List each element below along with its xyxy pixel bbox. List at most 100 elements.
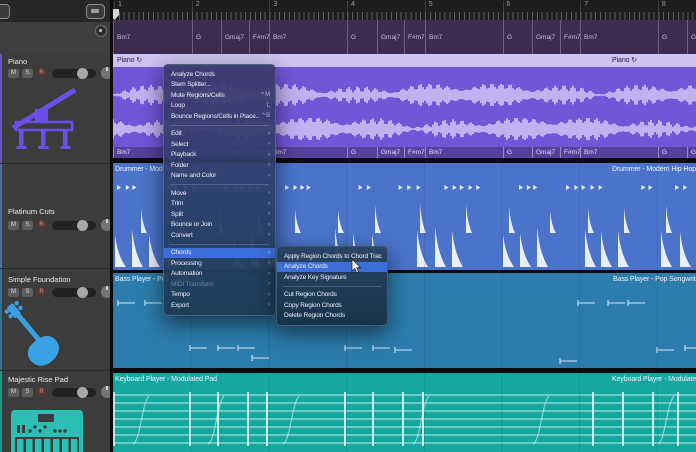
toolbar-button-icon[interactable]: [0, 4, 10, 19]
context-menu-item-move[interactable]: Move›: [164, 188, 275, 199]
context-menu-item-bounce-or-join[interactable]: Bounce or Join›: [164, 220, 275, 231]
track-header-simple-foundation[interactable]: Simple Foundation M S R: [0, 269, 110, 371]
pan-knob[interactable]: [101, 286, 110, 298]
pan-knob[interactable]: [101, 67, 110, 79]
chord-cell[interactable]: Gmaj7: [377, 147, 400, 158]
context-menu-item-stem-splitter[interactable]: Stem Splitter...: [164, 80, 275, 91]
volume-slider[interactable]: [52, 388, 96, 397]
chord-cell[interactable]: Gmaj7: [532, 20, 555, 54]
chord-cell[interactable]: Gmaj7: [687, 20, 696, 54]
context-menu-item-folder[interactable]: Folder›: [164, 160, 275, 171]
chords-submenu-item-copy-region-chords[interactable]: Copy Region Chords: [277, 300, 387, 311]
pan-knob[interactable]: [101, 386, 110, 398]
solo-button[interactable]: S: [22, 69, 33, 78]
chord-cell[interactable]: G: [658, 147, 667, 158]
chord-cell[interactable]: Gmaj7: [377, 20, 400, 54]
context-menu-item-automation[interactable]: Automation›: [164, 269, 275, 280]
synth-keyboard-icon: [10, 409, 86, 452]
bar-ruler[interactable]: 12345678: [113, 0, 696, 20]
chord-track-header[interactable]: [0, 22, 110, 55]
chord-cell[interactable]: Bm7: [580, 147, 597, 158]
menu-item-label: Mute Regions/Cells: [171, 92, 258, 99]
loop-icon: ↻: [631, 56, 637, 64]
chord-cell[interactable]: Bm7: [113, 20, 130, 54]
context-menu-item-select[interactable]: Select›: [164, 139, 275, 150]
chords-submenu-item-analyze-key-signature[interactable]: Analyze Key Signature: [277, 272, 387, 283]
solo-button[interactable]: S: [22, 221, 33, 230]
track-header-piano[interactable]: Piano M S R: [0, 54, 110, 164]
menu-item-label: Automation: [171, 270, 265, 277]
context-menu-item-name-and-color[interactable]: Name and Color›: [164, 171, 275, 182]
chord-track-options-icon[interactable]: [95, 25, 107, 37]
chord-cell[interactable]: F#m7: [560, 20, 581, 54]
record-enable-button[interactable]: R: [36, 221, 47, 230]
context-menu-item-tempo[interactable]: Tempo›: [164, 290, 275, 301]
chords-submenu-item-analyze-chords[interactable]: Analyze Chords: [277, 262, 387, 273]
record-enable-button[interactable]: R: [36, 69, 47, 78]
menu-item-label: Stem Splitter...: [171, 81, 270, 88]
submenu-arrow-icon: ›: [268, 302, 270, 308]
chords-submenu: Apply Region Chords to Chord TrackAnalyz…: [276, 246, 388, 326]
submenu-arrow-icon: ›: [268, 250, 270, 256]
volume-slider-thumb[interactable]: [77, 387, 88, 398]
chord-cell[interactable]: F#m7: [560, 147, 581, 158]
chord-cell[interactable]: F#m7: [404, 147, 425, 158]
chord-cell[interactable]: G: [503, 20, 512, 54]
context-menu-item-bounce-regions-cells-in-place[interactable]: Bounce Regions/Cells in Place...^ B: [164, 111, 275, 122]
volume-slider-thumb[interactable]: [77, 220, 88, 231]
chord-cell[interactable]: Bm7: [269, 20, 286, 54]
musical-typing-icon[interactable]: [86, 4, 105, 19]
chord-cell[interactable]: G: [347, 147, 356, 158]
pan-knob[interactable]: [101, 219, 110, 231]
chord-cell[interactable]: G: [658, 20, 667, 54]
context-menu-item-playback[interactable]: Playback›: [164, 150, 275, 161]
region-name: Piano ↻: [117, 56, 142, 64]
volume-slider-thumb[interactable]: [77, 68, 88, 79]
chord-cell[interactable]: G: [347, 20, 356, 54]
submenu-arrow-icon: ›: [268, 271, 270, 277]
volume-slider[interactable]: [52, 221, 96, 230]
mute-button[interactable]: M: [8, 388, 19, 397]
chord-cell[interactable]: Gmaj7: [221, 20, 244, 54]
volume-slider-thumb[interactable]: [77, 287, 88, 298]
chord-cell[interactable]: Bm7: [580, 20, 597, 54]
chord-cell[interactable]: G: [503, 147, 512, 158]
chord-cell[interactable]: F#m7: [249, 20, 270, 54]
context-menu-item-chords[interactable]: Chords›: [164, 248, 275, 259]
record-enable-button[interactable]: R: [36, 388, 47, 397]
submenu-arrow-icon: ›: [268, 162, 270, 168]
menu-item-label: Delete Region Chords: [284, 312, 382, 319]
context-menu-separator: [170, 244, 269, 245]
menu-item-label: Tempo: [171, 291, 265, 298]
chord-cell[interactable]: F#m7: [404, 20, 425, 54]
chord-cell[interactable]: Gmaj7: [687, 147, 696, 158]
solo-button[interactable]: S: [22, 388, 33, 397]
chords-submenu-item-cut-region-chords[interactable]: Cut Region Chords: [277, 290, 387, 301]
chord-cell[interactable]: G: [192, 20, 201, 54]
chords-submenu-item-apply-region-chords-to-chord-track[interactable]: Apply Region Chords to Chord Track: [277, 251, 387, 262]
context-menu-item-processing[interactable]: Processing›: [164, 258, 275, 269]
menu-item-label: Select: [171, 141, 265, 148]
chord-track[interactable]: Bm7GGmaj7F#m7Bm7GGmaj7F#m7Bm7GGmaj7F#m7B…: [113, 20, 696, 55]
context-menu-item-edit[interactable]: Edit›: [164, 129, 275, 140]
context-menu-item-loop[interactable]: LoopL: [164, 101, 275, 112]
mute-button[interactable]: M: [8, 69, 19, 78]
context-menu-item-mute-regions-cells[interactable]: Mute Regions/Cells^ M: [164, 90, 275, 101]
track-header-majestic-rise-pad[interactable]: Majestic Rise Pad M S R: [0, 371, 110, 452]
keyboard-region[interactable]: Keyboard Player - Modulated Pad Keyboard…: [113, 373, 696, 452]
volume-slider[interactable]: [52, 69, 96, 78]
context-menu-item-trim[interactable]: Trim›: [164, 199, 275, 210]
context-menu-item-export[interactable]: Export›: [164, 300, 275, 311]
chord-cell[interactable]: Bm7: [425, 20, 442, 54]
mute-button[interactable]: M: [8, 221, 19, 230]
track-header-platinum-cuts[interactable]: Platinum Cuts M S R: [0, 164, 110, 269]
submenu-arrow-icon: ›: [268, 292, 270, 298]
context-menu-item-split[interactable]: Split›: [164, 209, 275, 220]
chord-cell[interactable]: Bm7: [113, 147, 130, 158]
chord-cell[interactable]: Gmaj7: [532, 147, 555, 158]
chords-submenu-item-delete-region-chords[interactable]: Delete Region Chords: [277, 311, 387, 322]
chord-cell[interactable]: Bm7: [425, 147, 442, 158]
context-menu-item-analyze-chords[interactable]: Analyze Chords: [164, 69, 275, 80]
bass-guitar-icon: [4, 293, 68, 371]
context-menu-item-convert[interactable]: Convert›: [164, 230, 275, 241]
